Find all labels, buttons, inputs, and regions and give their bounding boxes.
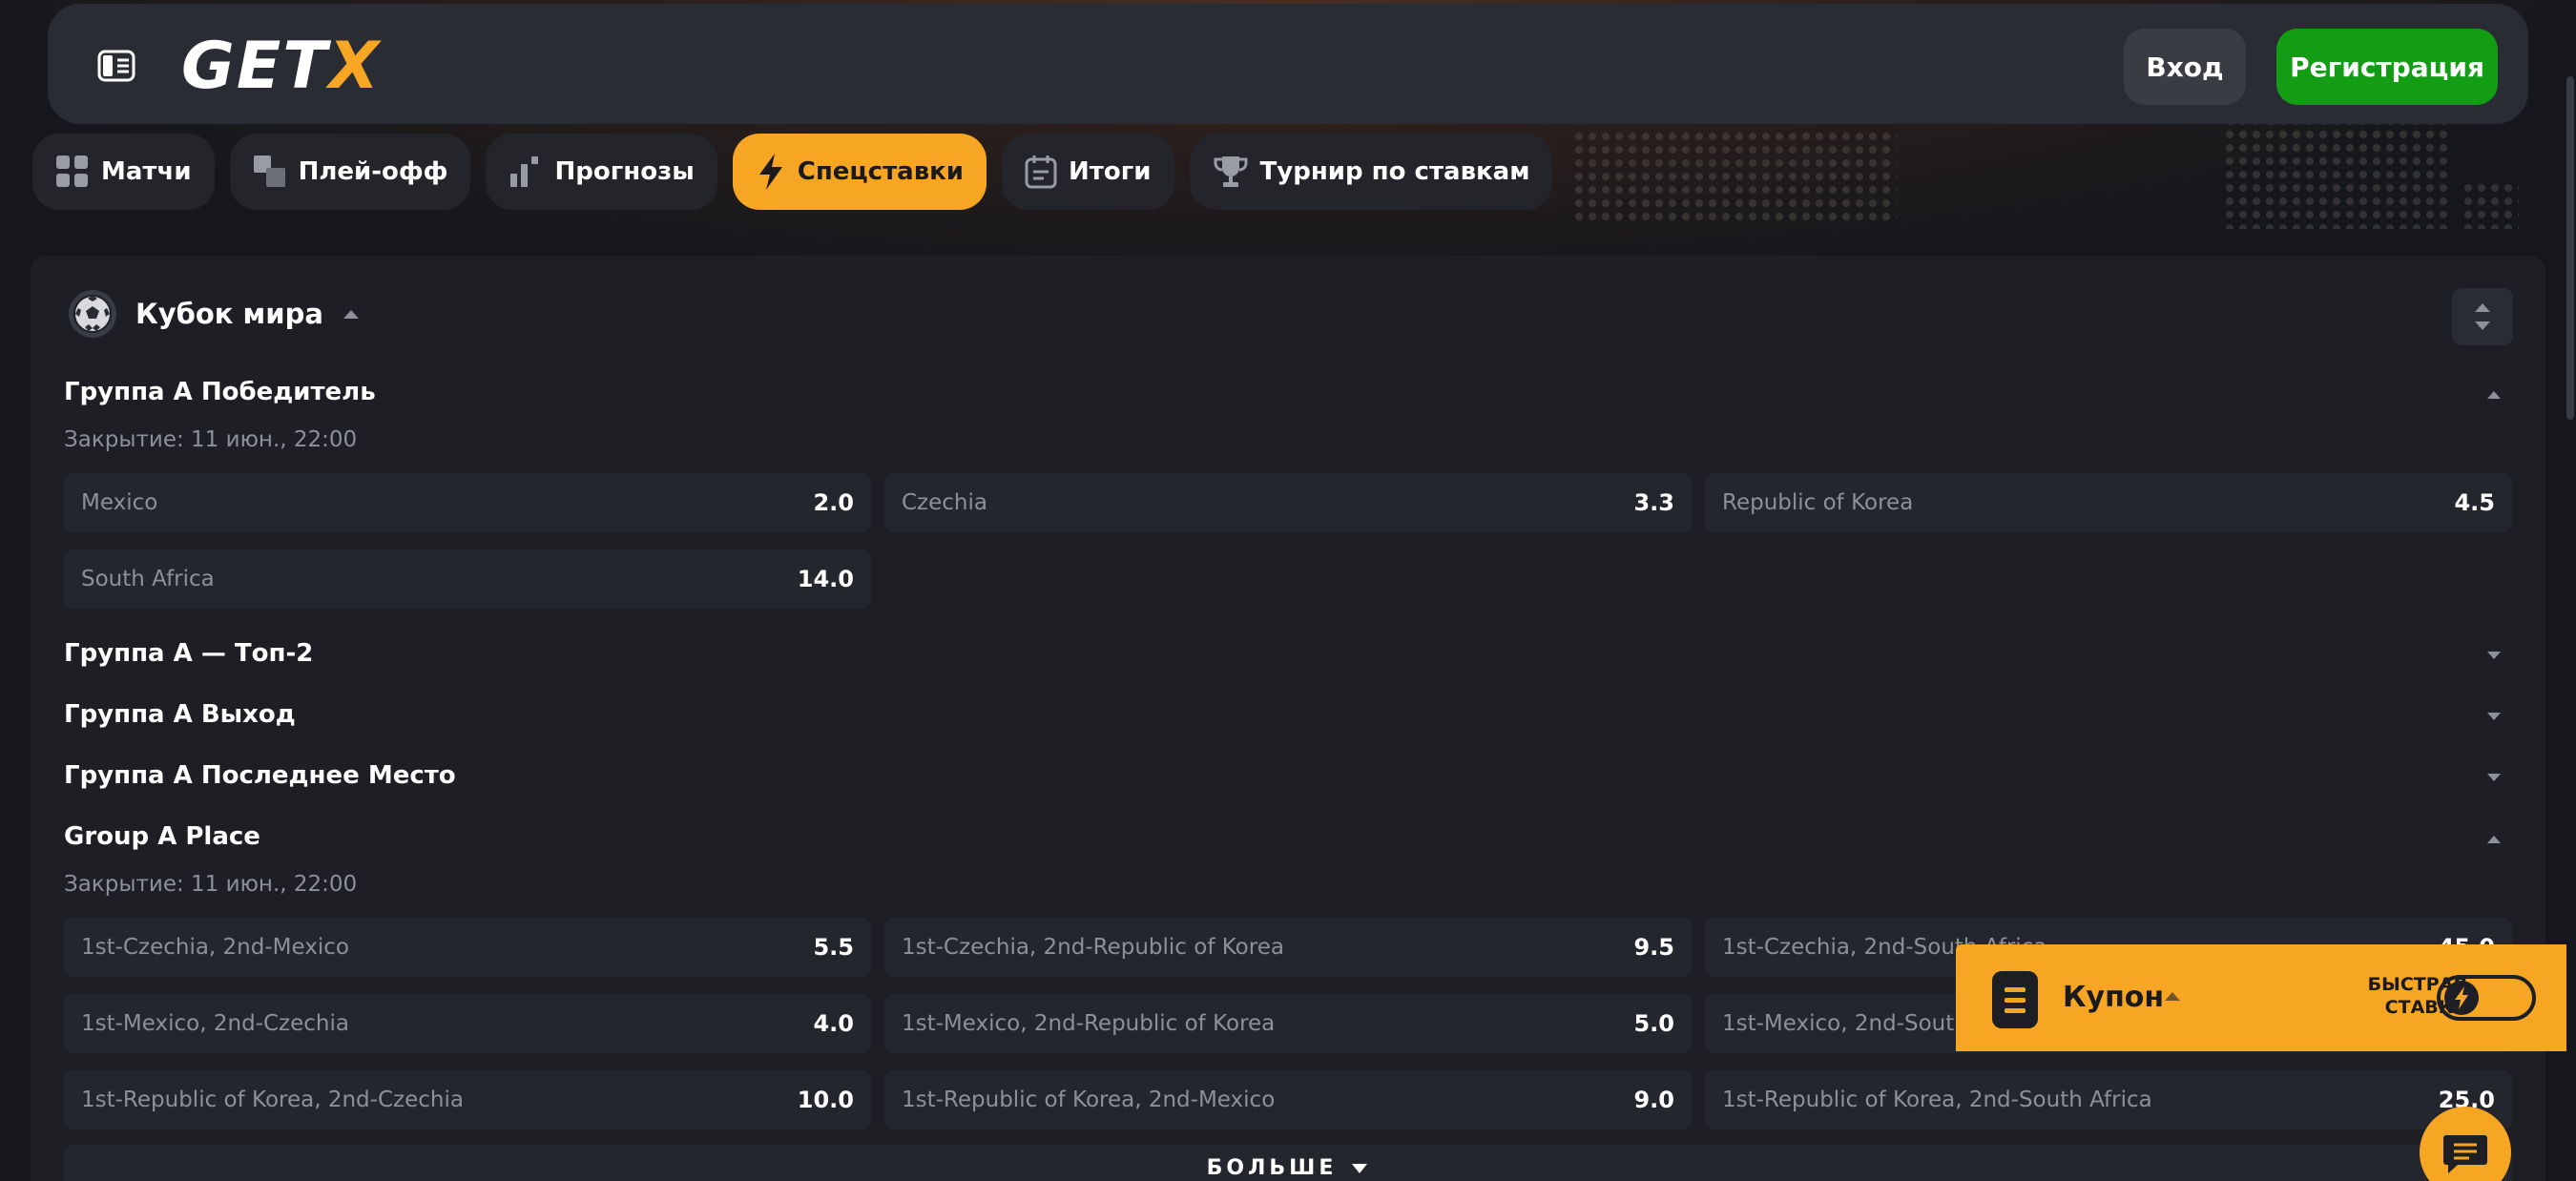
soccer-ball-icon xyxy=(69,290,116,338)
login-button[interactable]: Вход xyxy=(2124,29,2246,105)
odds-value: 14.0 xyxy=(797,566,854,592)
logo[interactable]: GETX xyxy=(181,31,381,103)
map-dots-decoration xyxy=(2223,114,2452,229)
bars-icon xyxy=(510,156,539,187)
odds-button[interactable]: Republic of Korea 4.5 xyxy=(1705,473,2512,532)
page-scrollbar[interactable] xyxy=(2566,76,2574,420)
tab-special-bets[interactable]: Спецставки xyxy=(732,134,987,210)
tab-matches[interactable]: Матчи xyxy=(32,134,215,210)
tab-label: Прогнозы xyxy=(554,157,695,186)
market-closing-time: Закрытие: 11 июн., 22:00 xyxy=(64,427,358,452)
odds-button[interactable]: 1st-Republic of Korea, 2nd-Czechia 10.0 xyxy=(64,1070,871,1129)
coupon-label: Купон xyxy=(2063,981,2165,1014)
lightning-icon xyxy=(758,154,782,190)
odds-outcome: 1st-Czechia, 2nd-Republic of Korea xyxy=(902,935,1284,960)
collapse-all-icon xyxy=(2475,303,2490,330)
market-title[interactable]: Группа А — Топ-2 xyxy=(64,639,313,668)
odds-button[interactable]: Czechia 3.3 xyxy=(884,473,1692,532)
grid-icon xyxy=(56,155,88,187)
tab-label: Итоги xyxy=(1069,157,1152,186)
odds-button[interactable]: 1st-Republic of Korea, 2nd-Mexico 9.0 xyxy=(884,1070,1692,1129)
tab-label: Спецставки xyxy=(797,157,965,186)
tab-label: Турнир по ставкам xyxy=(1259,157,1530,186)
caret-down-icon[interactable] xyxy=(2484,771,2503,784)
coupon-icon xyxy=(1992,971,2038,1028)
odds-outcome: 1st-Czechia, 2nd-Mexico xyxy=(81,935,349,960)
odds-value: 5.0 xyxy=(1633,1010,1674,1037)
odds-value: 3.3 xyxy=(1633,489,1674,516)
odds-outcome: South Africa xyxy=(81,567,215,591)
odds-outcome: 1st-Republic of Korea, 2nd-South Africa xyxy=(1722,1088,2152,1112)
tab-label: Плей-офф xyxy=(298,157,448,186)
caret-up-icon[interactable] xyxy=(2484,832,2503,845)
register-button[interactable]: Регистрация xyxy=(2276,29,2498,105)
odds-value: 10.0 xyxy=(797,1087,854,1113)
quick-bet-toggle[interactable] xyxy=(2437,975,2536,1021)
odds-value: 4.5 xyxy=(2454,489,2495,516)
market-title[interactable]: Группа А Победитель xyxy=(64,378,376,406)
odds-outcome: Mexico xyxy=(81,490,158,515)
competition-title: Кубок мира xyxy=(135,298,323,330)
tab-results[interactable]: Итоги xyxy=(1002,134,1174,210)
collapse-all-button[interactable] xyxy=(2452,288,2513,345)
odds-button[interactable]: Mexico 2.0 xyxy=(64,473,871,532)
caret-up-icon xyxy=(2165,992,2180,1001)
odds-button[interactable]: 1st-Czechia, 2nd-Mexico 5.5 xyxy=(64,918,871,977)
caret-up-icon xyxy=(343,310,359,319)
coupon-bar[interactable]: Купон БЫСТРАЯ СТАВКА xyxy=(1956,944,2566,1051)
odds-outcome: Czechia xyxy=(902,490,987,515)
bracket-icon xyxy=(253,155,285,187)
odds-value: 5.5 xyxy=(813,934,854,961)
odds-value: 9.5 xyxy=(1633,934,1674,961)
odds-value: 2.0 xyxy=(813,489,854,516)
show-more-button[interactable]: БОЛЬШЕ xyxy=(64,1145,2512,1181)
menu-icon[interactable] xyxy=(97,50,135,82)
market-title[interactable]: Группа А Последнее Место xyxy=(64,761,456,790)
tab-label: Матчи xyxy=(101,157,192,186)
caret-down-icon xyxy=(1352,1164,1368,1173)
logo-main: GET xyxy=(181,29,329,104)
market-title[interactable]: Group A Place xyxy=(64,822,260,851)
show-more-label: БОЛЬШЕ xyxy=(1206,1156,1338,1180)
chat-icon xyxy=(2443,1135,2487,1173)
section-tabs: Матчи Плей-офф Прогнозы Спецставки Итоги… xyxy=(32,134,1553,210)
lightning-icon xyxy=(2444,981,2479,1015)
trophy-icon xyxy=(1214,156,1248,187)
odds-button[interactable]: 1st-Mexico, 2nd-Republic of Korea 5.0 xyxy=(884,994,1692,1053)
odds-value: 4.0 xyxy=(813,1010,854,1037)
odds-outcome: Republic of Korea xyxy=(1722,490,1914,515)
odds-outcome: 1st-Republic of Korea, 2nd-Mexico xyxy=(902,1088,1276,1112)
caret-up-icon[interactable] xyxy=(2484,387,2503,401)
market-closing-time: Закрытие: 11 июн., 22:00 xyxy=(64,872,358,897)
logo-accent: X xyxy=(328,29,382,104)
odds-button[interactable]: 1st-Mexico, 2nd-Czechia 4.0 xyxy=(64,994,871,1053)
top-header: GETX Вход Регистрация xyxy=(48,4,2528,124)
odds-value: 9.0 xyxy=(1633,1087,1674,1113)
odds-button[interactable]: 1st-Czechia, 2nd-Republic of Korea 9.5 xyxy=(884,918,1692,977)
odds-outcome: 1st-Republic of Korea, 2nd-Czechia xyxy=(81,1088,464,1112)
odds-button[interactable]: South Africa 14.0 xyxy=(64,549,871,609)
odds-outcome: 1st-Mexico, 2nd-Republic of Korea xyxy=(902,1011,1276,1036)
caret-down-icon[interactable] xyxy=(2484,710,2503,723)
competition-header[interactable]: Кубок мира xyxy=(69,290,360,338)
odds-button[interactable]: 1st-Republic of Korea, 2nd-South Africa … xyxy=(1705,1070,2512,1129)
tab-playoff[interactable]: Плей-офф xyxy=(229,134,471,210)
caret-down-icon[interactable] xyxy=(2484,649,2503,662)
tab-predictions[interactable]: Прогнозы xyxy=(486,134,717,210)
map-dots-decoration xyxy=(1572,130,1897,225)
odds-outcome: 1st-Mexico, 2nd-Czechia xyxy=(81,1011,349,1036)
map-dots-decoration xyxy=(2462,181,2519,229)
calendar-icon xyxy=(1025,155,1057,189)
market-title[interactable]: Группа А Выход xyxy=(64,700,296,729)
tab-betting-tournament[interactable]: Турнир по ставкам xyxy=(1189,134,1553,210)
